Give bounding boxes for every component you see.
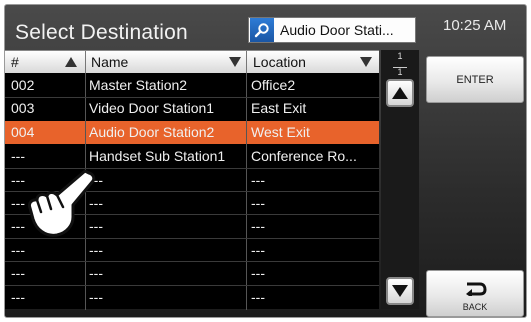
enter-button[interactable]: ENTER <box>426 56 524 103</box>
page-title: Select Destination <box>15 21 188 44</box>
row-name: --- <box>89 265 103 281</box>
scrollbar: 1 1 <box>381 50 419 309</box>
scroll-down-button[interactable] <box>386 277 414 305</box>
page-total: 1 <box>397 67 403 77</box>
column-header-name[interactable]: Name <box>91 51 128 73</box>
sort-descending-icon[interactable] <box>360 57 372 67</box>
scroll-up-button[interactable] <box>386 79 414 107</box>
clock: 10:25 AM <box>443 17 507 34</box>
row-location: --- <box>251 195 265 211</box>
search-icon <box>254 23 269 38</box>
sort-descending-icon[interactable] <box>229 57 241 67</box>
destination-table: # Name Location 002 Master Station2 Offi… <box>5 50 379 310</box>
back-arrow-icon <box>466 282 487 296</box>
row-name: Video Door Station1 <box>89 100 215 116</box>
row-number: --- <box>11 265 25 281</box>
back-label: BACK <box>462 302 488 312</box>
scroll-up-icon <box>392 87 408 99</box>
row-name: --- <box>89 242 103 258</box>
table-row[interactable]: --- --- --- <box>5 239 379 262</box>
table-row[interactable]: --- --- --- <box>5 286 379 309</box>
scroll-down-icon <box>392 285 408 297</box>
row-number: 003 <box>11 100 35 116</box>
row-name: Handset Sub Station1 <box>89 148 226 164</box>
table-row-selected[interactable]: 004 Audio Door Station2 West Exit <box>5 121 379 144</box>
table-row[interactable]: 002 Master Station2 Office2 <box>5 74 379 97</box>
page-current: 1 <box>397 51 403 61</box>
row-location: Office2 <box>251 77 296 93</box>
row-name: --- <box>89 172 103 188</box>
search-value: Audio Door Stati... <box>280 22 394 38</box>
row-name: --- <box>89 195 103 211</box>
row-location: Conference Ro... <box>251 148 357 164</box>
row-location: --- <box>251 265 265 281</box>
row-number: --- <box>11 289 25 305</box>
row-divider <box>5 97 379 98</box>
row-name: --- <box>89 289 103 305</box>
table-header: # Name Location <box>5 51 379 73</box>
row-location: --- <box>251 289 265 305</box>
row-location: West Exit <box>251 124 310 140</box>
search-field[interactable]: Audio Door Stati... <box>248 17 416 43</box>
row-number: --- <box>11 242 25 258</box>
pointing-hand-icon <box>28 169 96 237</box>
row-number: --- <box>11 148 25 164</box>
row-location: East Exit <box>251 100 307 116</box>
column-header-number[interactable]: # <box>11 51 19 73</box>
table-row[interactable]: 003 Video Door Station1 East Exit <box>5 97 379 120</box>
column-header-location[interactable]: Location <box>253 51 306 73</box>
search-button[interactable] <box>250 18 274 42</box>
row-location: --- <box>251 218 265 234</box>
row-name: Audio Door Station2 <box>89 124 215 140</box>
row-name: Master Station2 <box>89 77 188 93</box>
row-name: --- <box>89 218 103 234</box>
row-location: --- <box>251 172 265 188</box>
row-number: 002 <box>11 77 35 93</box>
back-button[interactable]: BACK <box>426 270 524 317</box>
sort-ascending-icon[interactable] <box>65 57 77 67</box>
destination-screen: Select Destination Audio Door Stati... 1… <box>4 4 527 318</box>
table-row[interactable]: --- Handset Sub Station1 Conference Ro..… <box>5 145 379 168</box>
table-row[interactable]: --- --- --- <box>5 262 379 285</box>
row-location: --- <box>251 242 265 258</box>
row-divider <box>5 285 379 286</box>
row-number: 004 <box>11 124 35 140</box>
row-divider <box>5 261 379 262</box>
